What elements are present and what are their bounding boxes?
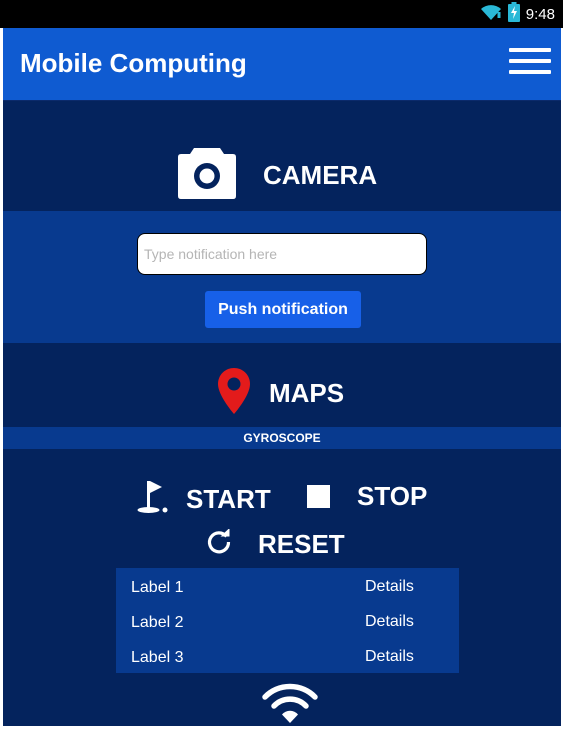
- list-item-label: Label 3: [131, 649, 184, 666]
- list-item[interactable]: Label 2 Details: [116, 603, 459, 638]
- list-item-label: Label 2: [131, 614, 184, 631]
- list-item[interactable]: Label 1 Details: [116, 568, 459, 603]
- maps-button[interactable]: MAPS: [217, 367, 344, 420]
- list-item-details: Details: [365, 648, 414, 665]
- list-item-label: Label 1: [131, 579, 184, 596]
- maps-label: MAPS: [269, 378, 345, 408]
- battery-icon: [507, 1, 520, 27]
- app-bar: Mobile Computing: [3, 28, 561, 101]
- list-item[interactable]: Label 3 Details: [116, 638, 459, 673]
- notification-input[interactable]: [137, 233, 427, 275]
- menu-icon[interactable]: [509, 48, 551, 80]
- stop-button[interactable]: STOP: [307, 481, 427, 512]
- refresh-icon: [206, 528, 232, 560]
- wifi-icon: [480, 3, 502, 26]
- status-icons: 9:48: [480, 1, 555, 27]
- labels-list: Label 1 Details Label 2 Details Label 3 …: [116, 568, 459, 673]
- golf-flag-icon: [136, 479, 170, 520]
- list-item-details: Details: [365, 578, 414, 595]
- start-button[interactable]: START: [136, 479, 271, 520]
- list-item-details: Details: [365, 613, 414, 630]
- notification-panel: Push notification: [3, 211, 561, 343]
- camera-button[interactable]: CAMERA: [177, 146, 377, 205]
- status-bar: 9:48: [0, 0, 563, 28]
- push-notification-button[interactable]: Push notification: [205, 291, 361, 328]
- wifi-icon[interactable]: [261, 683, 319, 730]
- status-time: 9:48: [525, 5, 555, 23]
- camera-icon: [177, 146, 237, 205]
- map-pin-icon: [217, 367, 251, 420]
- main-content: CAMERA Push notification MAPS GYROSCOPE …: [3, 101, 561, 726]
- stop-icon: [307, 485, 330, 508]
- reset-button[interactable]: RESET: [206, 528, 345, 560]
- gyroscope-header: GYROSCOPE: [3, 427, 561, 449]
- start-label: START: [186, 484, 271, 514]
- stop-label: STOP: [357, 481, 428, 511]
- camera-label: CAMERA: [263, 160, 378, 190]
- reset-label: RESET: [258, 529, 345, 559]
- app-title: Mobile Computing: [20, 48, 247, 78]
